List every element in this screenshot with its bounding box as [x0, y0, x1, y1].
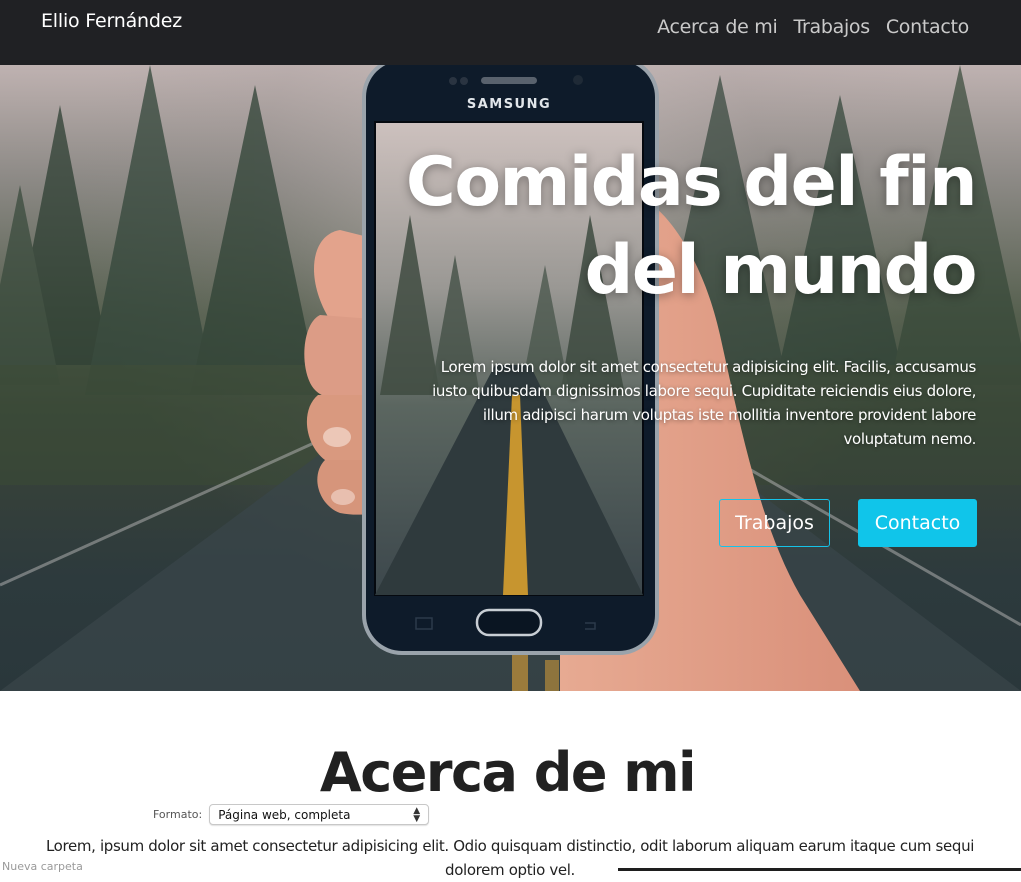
works-button[interactable]: Trabajos	[719, 499, 830, 547]
phone-brand-label: SAMSUNG	[467, 97, 551, 112]
hero-title: Comidas del fin del mundo	[405, 143, 978, 310]
new-folder-label[interactable]: Nueva carpeta	[2, 860, 83, 873]
nav-link-about[interactable]: Acerca de mi	[657, 16, 778, 38]
forest-left	[0, 65, 360, 485]
hero-description: Lorem ipsum dolor sit amet consectetur a…	[432, 358, 976, 448]
nav-link-contact[interactable]: Contacto	[886, 16, 969, 38]
format-row: Formato: Página web, completa ▲ ▼	[153, 804, 430, 825]
format-select[interactable]: Página web, completa ▲ ▼	[209, 804, 430, 825]
format-label: Formato:	[153, 808, 203, 821]
nav-link-works[interactable]: Trabajos	[793, 16, 870, 38]
brand-name[interactable]: Ellio Fernández	[41, 10, 182, 32]
about-title: Acerca de mi	[319, 741, 697, 804]
chevron-up-down-icon: ▲ ▼	[413, 805, 421, 824]
contact-button[interactable]: Contacto	[858, 499, 977, 547]
hero-section: SAMSUNG Comidas del fin del mundo Lorem …	[0, 65, 1021, 691]
about-text: Lorem, ipsum dolor sit amet consectetur …	[45, 837, 975, 879]
nav-links: Acerca de mi Trabajos Contacto	[657, 16, 969, 38]
format-select-value: Página web, completa	[218, 807, 351, 822]
navbar: Ellio Fernández Acerca de mi Trabajos Co…	[0, 0, 1021, 65]
